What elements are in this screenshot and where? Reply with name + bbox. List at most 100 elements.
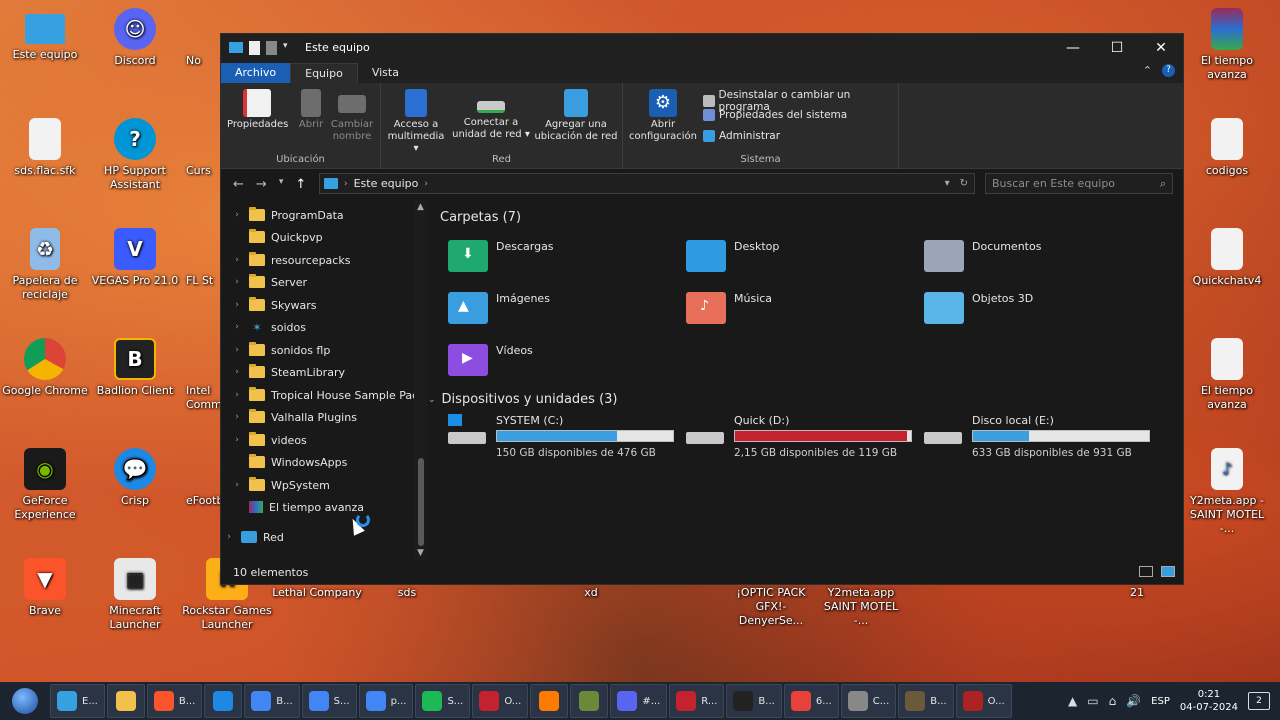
tree-item[interactable]: › Tropical House Sample Pack	[231, 384, 425, 406]
chevron-right-icon[interactable]: ›	[231, 300, 243, 310]
forward-arrow-icon[interactable]: →	[256, 177, 267, 192]
notifications-button[interactable]: 2	[1248, 692, 1270, 710]
desktop-icon-el-tiempo-avanza-rar[interactable]: El tiempo avanza	[1182, 8, 1272, 82]
tree-item[interactable]: › videos	[231, 429, 307, 451]
start-button[interactable]	[0, 682, 50, 720]
desktop-icon-recycle-bin[interactable]: ♻ Papelera de reciclaje	[0, 228, 90, 302]
tree-item[interactable]: › sonidos flp	[231, 339, 330, 361]
properties-button[interactable]: Propiedades	[227, 89, 288, 131]
content-pane[interactable]: Carpetas (7) ⬇ Descargas Desktop Documen…	[428, 200, 1183, 560]
chevron-down-icon[interactable]: ▼	[417, 548, 424, 558]
maximize-button[interactable]: ☐	[1095, 34, 1139, 61]
taskbar-item-chrome-2[interactable]: S...	[301, 684, 357, 718]
taskbar-item-chrome-1[interactable]: B...	[244, 684, 300, 718]
folders-section-header[interactable]: Carpetas (7)	[440, 210, 521, 225]
drive-c[interactable]: SYSTEM (C:) 150 GB disponibles de 476 GB	[448, 414, 674, 459]
taskbar-item-chrome-3[interactable]: p...	[358, 684, 414, 718]
tree-item[interactable]: › Skywars	[231, 294, 316, 316]
desktop-icon-crisp[interactable]: 💬 Crisp	[90, 448, 180, 508]
open-settings-button[interactable]: ⚙ Abrir configuración	[627, 89, 699, 143]
scroll-thumb[interactable]	[418, 458, 424, 546]
desktop-icon-y2meta-mp3[interactable]: ♪ Y2meta.app - SAINT MOTEL -...	[1182, 448, 1272, 536]
chevron-right-icon[interactable]: ›	[231, 412, 243, 422]
details-view-icon[interactable]	[1139, 566, 1153, 577]
rename-button[interactable]: Cambiar nombre	[329, 89, 375, 143]
desktop-icon-partial-efootball[interactable]: eFootb	[186, 494, 223, 508]
chevron-right-icon[interactable]: ›	[231, 480, 243, 490]
chevron-right-icon[interactable]: ›	[223, 532, 235, 542]
taskbar-item-badlion[interactable]: B...	[726, 684, 782, 718]
desktop-icon-partial-intel[interactable]: Intel Comm	[186, 384, 222, 412]
tree-item[interactable]: El tiempo avanza	[231, 496, 364, 518]
file-explorer-window[interactable]: ▾ Este equipo — ☐ ✕ Archivo Equipo Vista…	[220, 33, 1184, 585]
drive-e[interactable]: Disco local (E:) 633 GB disponibles de 9…	[924, 414, 1150, 459]
language-indicator[interactable]: ESP	[1151, 696, 1170, 707]
taskbar-item-crisp[interactable]	[204, 684, 243, 718]
desktop-icon-optic-pack[interactable]: ¡OPTIC PACK GFX!-DenyerSe...	[726, 586, 816, 628]
desktop-icon-este-equipo[interactable]: Este equipo	[0, 8, 90, 62]
taskbar-item-redragon[interactable]: R...	[669, 684, 725, 718]
folder-descargas[interactable]: ⬇ Descargas	[448, 240, 554, 272]
desktop-icon-quickchat[interactable]: Quickchatv4	[1182, 228, 1272, 288]
taskbar-item-discord[interactable]: #...	[610, 684, 668, 718]
tray-expand-icon[interactable]: ▲	[1068, 694, 1077, 708]
folder-musica[interactable]: ♪ Música	[686, 292, 772, 324]
add-network-location-button[interactable]: Agregar una ubicación de red	[533, 89, 619, 143]
taskbar-item-spotify[interactable]: S...	[415, 684, 471, 718]
desktop-icon-codigos[interactable]: codigos	[1182, 118, 1272, 178]
folder-objetos-3d[interactable]: Objetos 3D	[924, 292, 1033, 324]
desktop-icon-sds[interactable]: sds	[362, 586, 452, 600]
recent-chevron-icon[interactable]: ▾	[279, 177, 284, 192]
battery-icon[interactable]: ▭	[1087, 694, 1098, 708]
breadcrumb-chevron-icon[interactable]: ›	[344, 179, 348, 189]
tree-item[interactable]: › Server	[231, 271, 307, 293]
manage-button[interactable]: Administrar	[703, 130, 780, 142]
media-access-button[interactable]: Acceso a multimedia ▾	[385, 89, 447, 155]
tree-item[interactable]: › resourcepacks	[231, 249, 350, 271]
nav-scrollbar[interactable]: ▲ ▼	[414, 200, 428, 560]
tree-item[interactable]: WindowsApps	[231, 451, 347, 473]
tree-item[interactable]: › Valhalla Plugins	[231, 406, 357, 428]
up-arrow-icon[interactable]: ↑	[295, 177, 306, 192]
desktop-icon-partial-no[interactable]: No	[186, 54, 220, 68]
chevron-up-icon[interactable]: ▲	[417, 202, 424, 212]
refresh-icon[interactable]: ↻	[960, 178, 968, 189]
desktop-icon-lethal-company[interactable]: Lethal Company	[272, 586, 362, 600]
tab-vista[interactable]: Vista	[358, 63, 413, 83]
tree-item-red[interactable]: › Red	[223, 526, 284, 548]
chevron-right-icon[interactable]: ›	[231, 255, 243, 265]
title-bar[interactable]: ▾ Este equipo — ☐ ✕	[221, 34, 1183, 61]
desktop-icon-el-tiempo-avanza[interactable]: El tiempo avanza	[1182, 338, 1272, 412]
desktop-icon-discord[interactable]: ☺ Discord	[90, 8, 180, 68]
desktop-icon-21[interactable]: 21	[1092, 586, 1182, 600]
minimize-button[interactable]: —	[1051, 34, 1095, 61]
map-network-drive-button[interactable]: Conectar a unidad de red ▾	[451, 89, 531, 141]
new-folder-icon[interactable]	[266, 40, 277, 55]
tree-item[interactable]: Quickpvp	[231, 226, 323, 248]
system-properties-button[interactable]: Propiedades del sistema	[703, 109, 847, 121]
taskbar-item-osu[interactable]: O...	[955, 684, 1012, 718]
desktop-icon-minecraft[interactable]: ▦ Minecraft Launcher	[90, 558, 180, 632]
taskbar-item-filezilla[interactable]	[530, 684, 569, 718]
desktop-icon-chrome[interactable]: Google Chrome	[0, 338, 90, 398]
desktop-icon-partial-curs[interactable]: Curs	[186, 164, 220, 178]
tab-archivo[interactable]: Archivo	[221, 63, 291, 83]
taskbar-item-store[interactable]	[106, 684, 145, 718]
folder-desktop[interactable]: Desktop	[686, 240, 779, 272]
help-icon[interactable]: ?	[1162, 64, 1175, 77]
desktop-icon-vegas[interactable]: V VEGAS Pro 21.0	[90, 228, 180, 288]
tree-item[interactable]: › ProgramData	[231, 204, 344, 226]
search-input[interactable]: Buscar en Este equipo ⌕	[985, 173, 1173, 194]
desktop-icon-badlion[interactable]: B Badlion Client	[90, 338, 180, 398]
folder-videos[interactable]: ▶ Vídeos	[448, 344, 533, 376]
network-icon[interactable]: ⌂	[1109, 694, 1117, 708]
chevron-right-icon[interactable]: ›	[231, 345, 243, 355]
desktop-icon-hp-support[interactable]: ? HP Support Assistant	[90, 118, 180, 192]
desktop-icon-xd[interactable]: xd	[546, 586, 636, 600]
taskbar-item-minecraft-2[interactable]: B...	[898, 684, 954, 718]
breadcrumb-chevron-icon[interactable]: ›	[424, 179, 428, 189]
back-arrow-icon[interactable]: ←	[233, 177, 244, 192]
tree-item[interactable]: › ✶ soidos	[231, 316, 306, 338]
volume-icon[interactable]: 🔊	[1126, 694, 1141, 708]
close-button[interactable]: ✕	[1139, 34, 1183, 61]
